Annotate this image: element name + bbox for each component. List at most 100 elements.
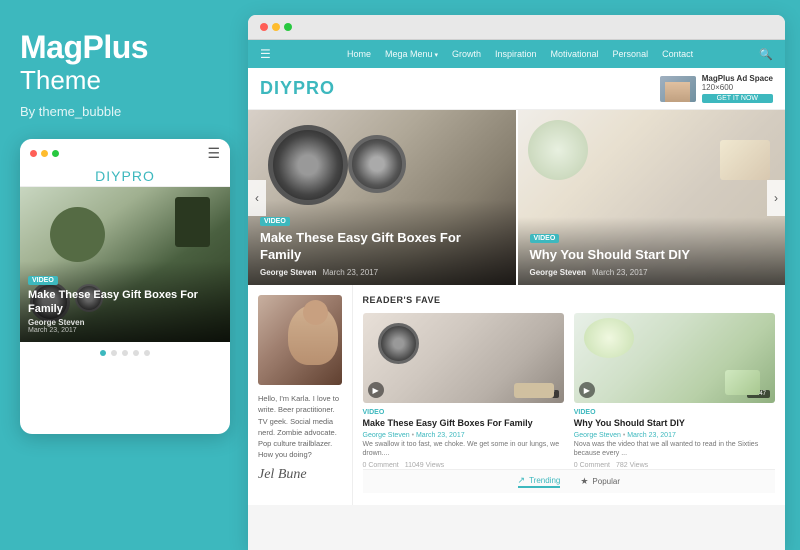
nav-motivational[interactable]: Motivational: [551, 49, 599, 59]
slide-2-author: George Steven: [530, 268, 586, 277]
tab-popular-label: Popular: [592, 477, 620, 486]
card-1-play-icon[interactable]: ▶: [368, 382, 384, 398]
popular-icon: ★: [580, 476, 588, 487]
slide-2: VIDEO Why You Should Start DIY George St…: [518, 110, 786, 285]
slide-2-badge: VIDEO: [530, 234, 560, 243]
pagination-dot-1[interactable]: [100, 350, 106, 356]
dot-green: [52, 150, 59, 157]
ad-text: MagPlus Ad Space 120×600 GET IT NOW: [702, 74, 773, 103]
browser-window-dots: [260, 23, 292, 31]
slide-1: VIDEO Make These Easy Gift Boxes For Fam…: [248, 110, 516, 285]
nav-hamburger-icon[interactable]: ☰: [260, 47, 271, 61]
card-1-stats: 0 Comment 11049 Views: [363, 462, 564, 469]
ad-label: MagPlus Ad Space: [702, 74, 773, 83]
slide-1-date: March 23, 2017: [322, 268, 378, 277]
author-signature: Jel Bune: [258, 467, 342, 483]
site-header: ☰ Home Mega Menu Growth Inspiration Moti…: [248, 40, 785, 110]
card-2-stats: 0 Comment 782 Views: [574, 462, 775, 469]
slide-1-author: George Steven: [260, 268, 316, 277]
ad-image: [660, 76, 696, 102]
left-panel: MagPlus Theme By theme_bubble ☰ DIYPRO V…: [0, 0, 248, 550]
ad-button[interactable]: GET IT NOW: [702, 94, 773, 103]
card-2-views: 782 Views: [616, 462, 648, 469]
slide-1-meta: George Steven March 23, 2017: [260, 268, 504, 277]
slide-1-overlay: VIDEO Make These Easy Gift Boxes For Fam…: [248, 200, 516, 285]
card-1-views: 11049 Views: [405, 462, 444, 469]
slide-2-meta: George Steven March 23, 2017: [530, 268, 774, 277]
site-nav: ☰ Home Mega Menu Growth Inspiration Moti…: [248, 40, 785, 68]
ad-box: MagPlus Ad Space 120×600 GET IT NOW: [660, 74, 773, 103]
nav-growth[interactable]: Growth: [452, 49, 481, 59]
mobile-pagination: [20, 342, 230, 364]
trending-icon: ↗: [518, 475, 526, 486]
card-2: ▶ 16:47 VIDEO Why You Should Start DIY G…: [574, 313, 775, 469]
mobile-logo: DIYPRO: [20, 166, 230, 186]
mobile-top-bar: ☰: [20, 139, 230, 166]
bottom-section: Hello, I'm Karla. I love to write. Beer …: [248, 285, 785, 505]
nav-search-icon[interactable]: 🔍: [759, 48, 773, 61]
mobile-hero-image: VIDEO Make These Easy Gift Boxes For Fam…: [20, 187, 230, 342]
ad-size: 120×600: [702, 83, 733, 92]
slider-prev-button[interactable]: ‹: [248, 180, 266, 216]
nav-personal[interactable]: Personal: [613, 49, 649, 59]
dot-red: [30, 150, 37, 157]
tab-popular[interactable]: ★ Popular: [580, 475, 620, 488]
card-1: ▶ 56:47 VIDEO Make These Easy Gift Boxes…: [363, 313, 564, 469]
pagination-dot-4[interactable]: [133, 350, 139, 356]
nav-contact[interactable]: Contact: [662, 49, 693, 59]
site-main: ‹ VIDEO Make These Easy Gift Boxes For F…: [248, 110, 785, 550]
card-1-video-label: VIDEO: [363, 409, 564, 416]
mobile-menu-icon[interactable]: ☰: [207, 145, 220, 162]
card-2-time: 16:47: [747, 390, 770, 398]
brand-by: By theme_bubble: [20, 104, 121, 119]
pagination-dot-5[interactable]: [144, 350, 150, 356]
card-1-title[interactable]: Make These Easy Gift Boxes For Family: [363, 418, 564, 430]
slide-2-overlay: VIDEO Why You Should Start DIY George St…: [518, 217, 786, 285]
card-2-video-label: VIDEO: [574, 409, 775, 416]
site-header-main: DIYPRO MagPlus Ad Space 120×600 GET IT N…: [248, 68, 785, 109]
mobile-overlay: VIDEO Make These Easy Gift Boxes For Fam…: [20, 261, 230, 343]
cards-column: Reader's Fave ▶ 56:47 VIDEO Make These E…: [353, 285, 785, 505]
nav-home[interactable]: Home: [347, 49, 371, 59]
browser-chrome: [248, 15, 785, 40]
author-portrait: [258, 295, 342, 385]
nav-links: Home Mega Menu Growth Inspiration Motiva…: [281, 49, 760, 59]
mobile-hero-author: George Steven: [28, 318, 222, 327]
card-2-image: ▶ 16:47: [574, 313, 775, 403]
card-1-author: George Steven • March 23, 2017: [363, 432, 564, 439]
mobile-hero-date: March 23, 2017: [28, 327, 222, 334]
readers-fave-heading: Reader's Fave: [363, 295, 775, 305]
dot-yellow: [41, 150, 48, 157]
tab-trending-label: Trending: [529, 476, 560, 485]
mobile-hero-title: Make These Easy Gift Boxes For Family: [28, 288, 222, 317]
nav-inspiration[interactable]: Inspiration: [495, 49, 537, 59]
slider-next-button[interactable]: ›: [767, 180, 785, 216]
slide-1-title: Make These Easy Gift Boxes For Family: [260, 230, 504, 264]
card-2-comments: 0 Comment: [574, 462, 610, 469]
card-2-author: George Steven • March 23, 2017: [574, 432, 775, 439]
card-2-title[interactable]: Why You Should Start DIY: [574, 418, 775, 430]
browser-dot-yellow: [272, 23, 280, 31]
pagination-dot-3[interactable]: [122, 350, 128, 356]
brand-title: MagPlus Theme: [20, 30, 148, 96]
tab-trending[interactable]: ↗ Trending: [518, 475, 561, 488]
mobile-video-badge: VIDEO: [28, 276, 58, 285]
cards-row: ▶ 56:47 VIDEO Make These Easy Gift Boxes…: [363, 313, 775, 469]
mobile-window-dots: [30, 150, 59, 157]
card-1-excerpt: We swallow it too fast, we choke. We get…: [363, 440, 564, 460]
card-2-excerpt: Nova was the video that we all wanted to…: [574, 440, 775, 460]
browser-dot-green: [284, 23, 292, 31]
bottom-tabs-bar: ↗ Trending ★ Popular: [363, 469, 775, 493]
slide-2-date: March 23, 2017: [592, 268, 648, 277]
author-column: Hello, I'm Karla. I love to write. Beer …: [248, 285, 353, 505]
slide-1-badge: VIDEO: [260, 217, 290, 226]
nav-mega-menu[interactable]: Mega Menu: [385, 49, 438, 59]
mobile-mockup: ☰ DIYPRO VIDEO Make These Easy Gift Boxe…: [20, 139, 230, 434]
card-1-time: 56:47: [536, 390, 559, 398]
author-bio-text: Hello, I'm Karla. I love to write. Beer …: [258, 393, 342, 461]
pagination-dot-2[interactable]: [111, 350, 117, 356]
card-2-play-icon[interactable]: ▶: [579, 382, 595, 398]
browser-dot-red: [260, 23, 268, 31]
slide-2-title: Why You Should Start DIY: [530, 247, 774, 264]
card-1-comments: 0 Comment: [363, 462, 399, 469]
